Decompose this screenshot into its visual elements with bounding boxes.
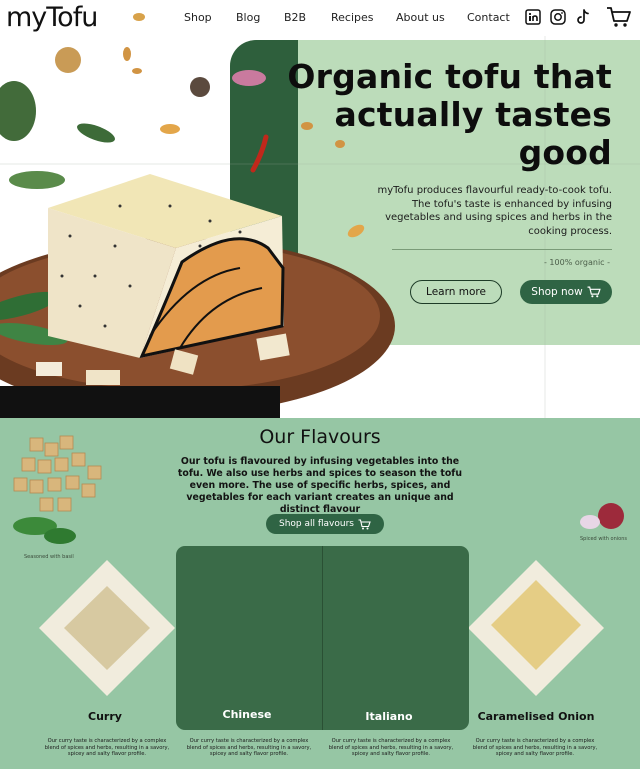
shop-now-label: Shop now bbox=[531, 286, 583, 298]
hero-description: myTofu produces flavourful ready-to-cook… bbox=[377, 185, 612, 237]
nav-recipes[interactable]: Recipes bbox=[331, 11, 374, 24]
linkedin-icon[interactable] bbox=[525, 9, 541, 25]
flavour-text-caramelised-onion: Our curry taste is characterized by a co… bbox=[472, 738, 598, 757]
hero-divider bbox=[392, 249, 612, 250]
flavours-title: Our Flavours bbox=[259, 426, 381, 448]
nav-b2b[interactable]: B2B bbox=[284, 11, 306, 24]
tiktok-icon[interactable] bbox=[575, 9, 591, 25]
hero-title: Organic tofu that actually tastes good bbox=[287, 57, 612, 172]
flavour-name-caramelised-onion[interactable]: Caramelised Onion bbox=[461, 710, 611, 723]
shop-all-label: Shop all flavours bbox=[279, 519, 354, 529]
nav-blog[interactable]: Blog bbox=[236, 11, 260, 24]
hero-section: Organic tofu that actually tastes good m… bbox=[0, 36, 640, 418]
cart-icon bbox=[358, 518, 371, 529]
cart-icon bbox=[587, 286, 601, 298]
card-divider bbox=[322, 546, 323, 730]
nav-shop[interactable]: Shop bbox=[184, 11, 212, 24]
flavour-text-chinese: Our curry taste is characterized by a co… bbox=[186, 738, 312, 757]
flavour-text-curry: Our curry taste is characterized by a co… bbox=[44, 738, 170, 757]
shop-all-flavours-button[interactable]: Shop all flavours bbox=[266, 514, 384, 534]
seed-decoration bbox=[133, 13, 145, 21]
instagram-icon[interactable] bbox=[550, 9, 566, 25]
shop-now-button[interactable]: Shop now bbox=[520, 280, 612, 304]
top-nav: myTofu Shop Blog B2B Recipes About us Co… bbox=[0, 0, 640, 36]
cart-icon[interactable] bbox=[606, 6, 632, 28]
flavours-section: Our Flavours Our tofu is flavoured by in… bbox=[0, 418, 640, 769]
flavour-name-italiano[interactable]: Italiano bbox=[314, 710, 464, 723]
flavour-text-italiano: Our curry taste is characterized by a co… bbox=[328, 738, 454, 757]
flavour-name-chinese[interactable]: Chinese bbox=[172, 708, 322, 721]
logo[interactable]: myTofu bbox=[6, 2, 98, 33]
nav-about-us[interactable]: About us bbox=[396, 11, 445, 24]
learn-more-label: Learn more bbox=[426, 286, 486, 298]
flavours-description: Our tofu is flavoured by infusing vegeta… bbox=[177, 456, 463, 515]
learn-more-button[interactable]: Learn more bbox=[410, 280, 502, 304]
onion-caption: Spiced with onions bbox=[580, 536, 627, 542]
flavour-name-curry[interactable]: Curry bbox=[30, 710, 180, 723]
organic-tag: - 100% organic - bbox=[544, 258, 610, 267]
basil-caption: Seasoned with basil bbox=[24, 554, 74, 560]
nav-contact[interactable]: Contact bbox=[467, 11, 510, 24]
